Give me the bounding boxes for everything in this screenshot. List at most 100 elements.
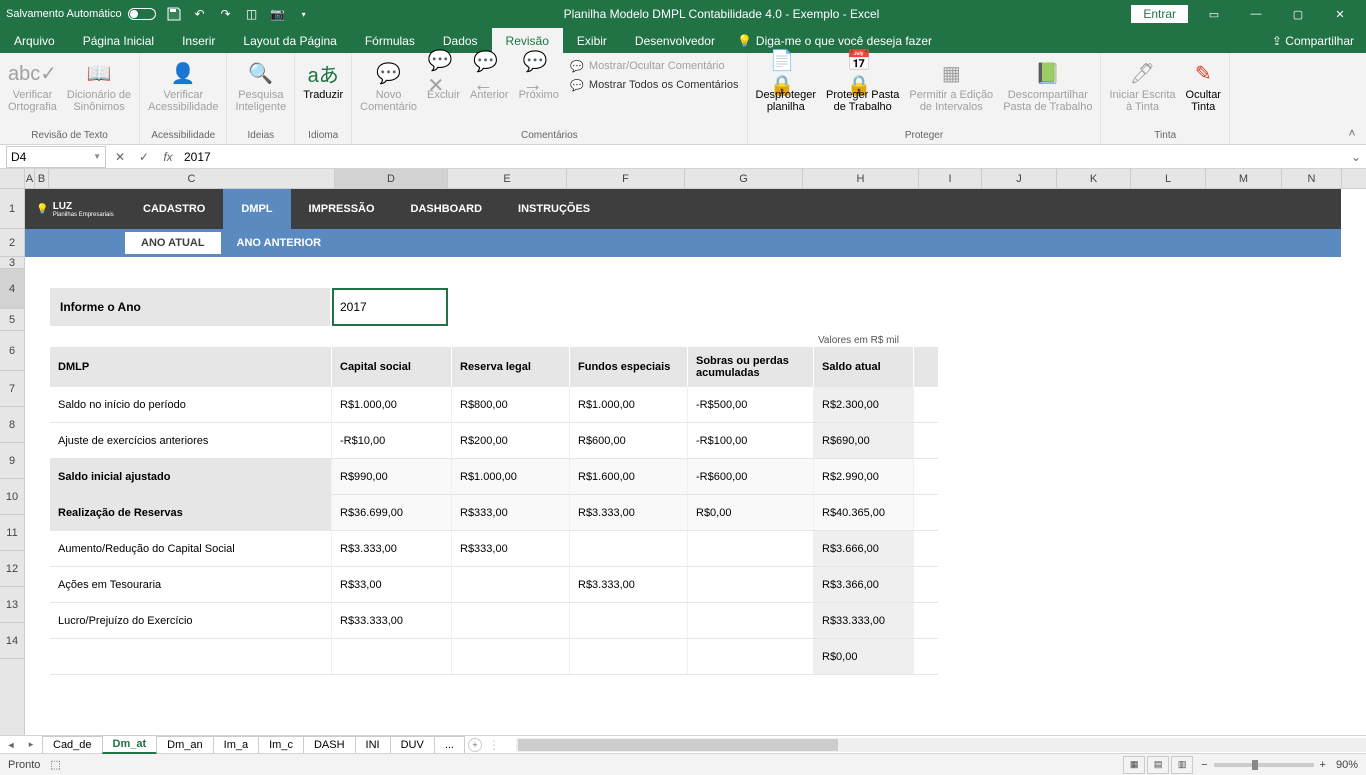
signin-button[interactable]: Entrar	[1131, 5, 1188, 23]
col-header-A[interactable]: A	[25, 169, 35, 188]
col-header-K[interactable]: K	[1057, 169, 1131, 188]
sheet-tab-Im_c[interactable]: Im_c	[258, 736, 304, 753]
table-cell[interactable]: -R$100,00	[688, 423, 814, 458]
protect-workbook-button[interactable]: 📅🔒Proteger Pasta de Trabalho	[822, 55, 903, 115]
view-page-layout-button[interactable]: ▤	[1147, 756, 1169, 774]
row-header-6[interactable]: 6	[0, 331, 24, 371]
sheet-nav-first-icon[interactable]: ◄	[4, 738, 18, 752]
view-normal-button[interactable]: ▦	[1123, 756, 1145, 774]
row-header-4[interactable]: 4	[0, 269, 24, 309]
row-header-12[interactable]: 12	[0, 551, 24, 587]
sheet-tab-Im_a[interactable]: Im_a	[213, 736, 259, 753]
table-cell[interactable]: -R$500,00	[688, 387, 814, 422]
table-cell[interactable]: R$33.333,00	[814, 603, 914, 638]
row-header-13[interactable]: 13	[0, 587, 24, 623]
table-cell[interactable]: R$333,00	[452, 531, 570, 566]
smart-lookup-button[interactable]: 🔍Pesquisa Inteligente	[231, 55, 290, 115]
qat-dropdown-icon[interactable]: ▾	[296, 6, 312, 22]
hide-ink-button[interactable]: ✎Ocultar Tinta	[1182, 55, 1225, 115]
table-cell[interactable]	[688, 567, 814, 602]
nav-instrucoes[interactable]: INSTRUÇÕES	[500, 189, 608, 229]
toggle-switch-icon[interactable]	[128, 8, 156, 20]
col-header-F[interactable]: F	[567, 169, 685, 188]
minimize-icon[interactable]: —	[1236, 2, 1276, 26]
autosave-toggle[interactable]: Salvamento Automático	[6, 8, 156, 20]
unprotect-sheet-button[interactable]: 📄🔒Desproteger planilha	[752, 55, 821, 115]
row-header-1[interactable]: 1	[0, 189, 24, 229]
zoom-slider[interactable]	[1214, 763, 1314, 767]
col-header-N[interactable]: N	[1282, 169, 1342, 188]
table-cell[interactable]: R$3.366,00	[814, 567, 914, 602]
table-cell[interactable]: R$600,00	[570, 423, 688, 458]
table-cell[interactable]: R$200,00	[452, 423, 570, 458]
show-all-comments-button[interactable]: 💬Mostrar Todos os Comentários	[565, 76, 743, 94]
cancel-formula-button[interactable]: ✕	[108, 150, 132, 164]
new-comment-button[interactable]: 💬Novo Comentário	[356, 55, 421, 115]
tab-formulas[interactable]: Fórmulas	[351, 28, 429, 53]
sheet-nav-prev-icon[interactable]: ▸	[24, 738, 38, 752]
row-header-7[interactable]: 7	[0, 371, 24, 407]
table-cell[interactable]: R$33.333,00	[332, 603, 452, 638]
camera-icon[interactable]: 📷	[270, 6, 286, 22]
sheet-tab-...[interactable]: ...	[434, 736, 465, 753]
table-cell[interactable]: R$3.666,00	[814, 531, 914, 566]
table-cell[interactable]: R$0,00	[814, 639, 914, 674]
col-header-G[interactable]: G	[685, 169, 803, 188]
table-cell[interactable]: R$1.000,00	[332, 387, 452, 422]
maximize-icon[interactable]: ▢	[1278, 2, 1318, 26]
table-cell[interactable]: -R$600,00	[688, 459, 814, 494]
table-cell[interactable]	[688, 639, 814, 674]
row-header-10[interactable]: 10	[0, 479, 24, 515]
translate-button[interactable]: aあTraduzir	[299, 55, 347, 103]
chevron-down-icon[interactable]: ▼	[93, 152, 101, 161]
accessibility-button[interactable]: 👤Verificar Acessibilidade	[144, 55, 222, 115]
sheet-tab-DUV[interactable]: DUV	[390, 736, 435, 753]
table-cell[interactable]: R$990,00	[332, 459, 452, 494]
tab-layout[interactable]: Layout da Página	[229, 28, 350, 53]
zoom-level[interactable]: 90%	[1336, 759, 1358, 771]
formula-input[interactable]	[180, 150, 1346, 164]
tell-me-search[interactable]: 💡 Diga-me o que você deseja fazer	[737, 34, 932, 48]
table-cell[interactable]: R$1.000,00	[452, 459, 570, 494]
sheet-tab-Cad_de[interactable]: Cad_de	[42, 736, 103, 753]
col-header-L[interactable]: L	[1131, 169, 1206, 188]
table-cell[interactable]: R$36.699,00	[332, 495, 452, 530]
col-header-I[interactable]: I	[919, 169, 982, 188]
undo-icon[interactable]: ↶	[192, 6, 208, 22]
spellcheck-button[interactable]: abc✓Verificar Ortografia	[4, 55, 61, 115]
start-inking-button[interactable]: 🖊Iniciar Escrita à Tinta	[1105, 55, 1179, 115]
sheet-tab-Dm_an[interactable]: Dm_an	[156, 736, 213, 753]
table-cell[interactable]	[570, 531, 688, 566]
table-cell[interactable]: R$333,00	[452, 495, 570, 530]
worksheet-grid[interactable]: 💡LUZPlanilhas Empresariais CADASTRO DMPL…	[25, 189, 1366, 735]
table-cell[interactable]	[452, 603, 570, 638]
col-header-J[interactable]: J	[982, 169, 1057, 188]
macro-record-icon[interactable]: ⬚	[50, 758, 60, 771]
horizontal-scrollbar[interactable]	[516, 738, 1366, 752]
nav-dashboard[interactable]: DASHBOARD	[393, 189, 501, 229]
share-button[interactable]: ⇪ Compartilhar	[1272, 34, 1354, 48]
enter-formula-button[interactable]: ✓	[132, 150, 156, 164]
new-sheet-button[interactable]: +	[468, 738, 482, 752]
col-header-M[interactable]: M	[1206, 169, 1282, 188]
table-cell[interactable]: R$2.990,00	[814, 459, 914, 494]
row-header-3[interactable]: 3	[0, 257, 24, 269]
row-header-14[interactable]: 14	[0, 623, 24, 659]
nav-cadastro[interactable]: CADASTRO	[125, 189, 223, 229]
tab-arquivo[interactable]: Arquivo	[0, 28, 69, 53]
subtab-ano-anterior[interactable]: ANO ANTERIOR	[221, 232, 338, 254]
row-header-11[interactable]: 11	[0, 515, 24, 551]
table-cell[interactable]	[570, 639, 688, 674]
table-cell[interactable]	[332, 639, 452, 674]
thesaurus-button[interactable]: 📖Dicionário de Sinônimos	[63, 55, 135, 115]
scrollbar-thumb[interactable]	[518, 739, 838, 751]
redo-icon[interactable]: ↷	[218, 6, 234, 22]
table-cell[interactable]	[688, 531, 814, 566]
subtab-ano-atual[interactable]: ANO ATUAL	[125, 232, 221, 254]
unshare-workbook-button[interactable]: 📗Descompartilhar Pasta de Trabalho	[999, 55, 1096, 115]
sheet-tab-INI[interactable]: INI	[355, 736, 391, 753]
close-icon[interactable]: ✕	[1320, 2, 1360, 26]
screenshot-icon[interactable]: ◫	[244, 6, 260, 22]
col-header-H[interactable]: H	[803, 169, 919, 188]
row-header-5[interactable]: 5	[0, 309, 24, 331]
